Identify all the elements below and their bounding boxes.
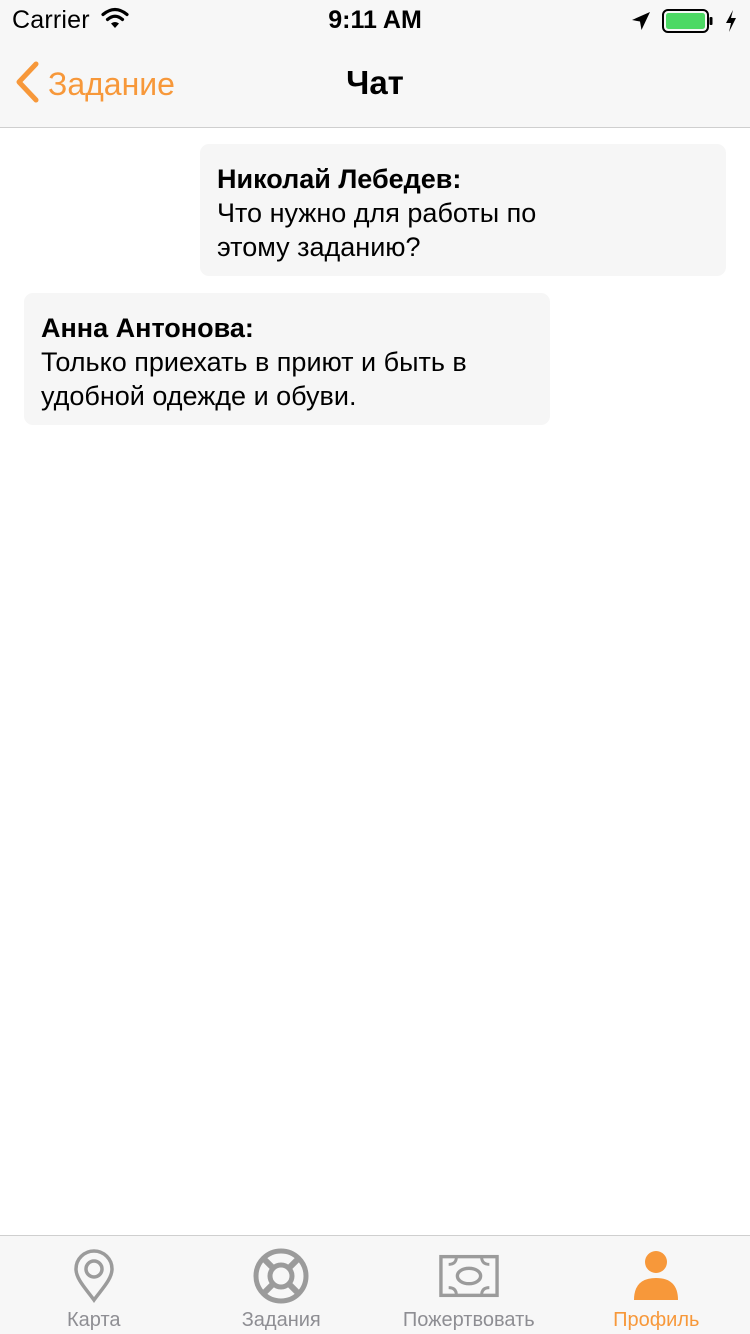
chat-message-list[interactable]: Николай Лебедев: Что нужно для работы по… [0, 129, 750, 1235]
message-author: Анна Антонова: [41, 313, 254, 343]
tab-bar: Карта Задания Пожертвовать Профиль [0, 1235, 750, 1334]
message-text: Только приехать в приют и быть в удобной… [41, 347, 467, 411]
navigation-bar: Задание Чат [0, 40, 750, 128]
tab-label: Профиль [613, 1309, 700, 1331]
map-pin-icon [64, 1248, 124, 1304]
tab-donate[interactable]: Пожертвовать [375, 1236, 563, 1334]
charging-bolt-icon [724, 9, 738, 38]
location-arrow-icon [630, 10, 652, 37]
tab-tasks[interactable]: Задания [188, 1236, 376, 1334]
lifebuoy-icon [251, 1248, 311, 1304]
tab-label: Карта [66, 1309, 121, 1331]
tab-label: Задания [241, 1309, 321, 1331]
status-right [630, 8, 738, 39]
banknote-icon [438, 1248, 499, 1304]
profile-icon [626, 1248, 686, 1304]
message-author: Николай Лебедев: [217, 164, 462, 194]
tab-label: Пожертвовать [402, 1309, 535, 1331]
tab-profile[interactable]: Профиль [563, 1236, 750, 1334]
page-title: Чат [346, 64, 404, 101]
tab-map[interactable]: Карта [0, 1236, 188, 1334]
message-bubble: Николай Лебедев: Что нужно для работы по… [200, 144, 726, 276]
message-bubble: Анна Антонова: Только приехать в приют и… [24, 293, 550, 425]
battery-icon [662, 8, 714, 39]
message-text: Что нужно для работы по этому заданию? [217, 198, 537, 262]
status-bar: Carrier 9:11 AM [0, 0, 750, 40]
